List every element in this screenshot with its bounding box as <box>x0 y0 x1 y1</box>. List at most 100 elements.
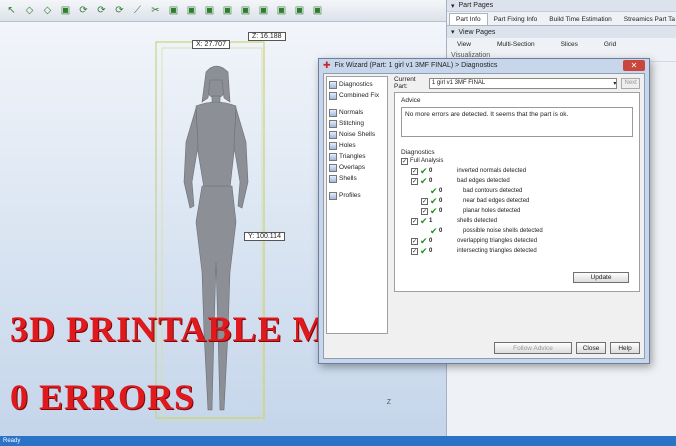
nav-item-label: Overlaps <box>339 164 366 171</box>
cube-icon[interactable]: ▣ <box>166 3 181 18</box>
diagnostic-checkbox[interactable]: ✓ <box>421 197 428 205</box>
diagnostic-text: bad edges detected <box>457 178 510 184</box>
nav-item-stitching[interactable]: Stitching <box>329 118 385 129</box>
triangles-icon <box>329 152 337 161</box>
cube-icon[interactable]: ▣ <box>310 3 325 18</box>
measure-icon[interactable]: ⟋ <box>130 3 145 18</box>
diagnostic-row: ✔ 0 bad contours detected <box>401 186 633 196</box>
cube-icon[interactable]: ▣ <box>58 3 73 18</box>
diagnostic-checkbox[interactable]: ✓ <box>411 237 418 245</box>
check-icon: ✔ <box>430 205 438 216</box>
full-analysis-row[interactable]: ✓ Full Analysis <box>401 156 633 166</box>
combined-fix-icon <box>329 91 337 100</box>
full-analysis-label: Full Analysis <box>410 158 444 164</box>
diagnostic-checkbox[interactable]: ✓ <box>411 217 418 225</box>
cube-icon[interactable]: ▣ <box>274 3 289 18</box>
diagnostic-checkbox[interactable]: ✓ <box>421 207 428 215</box>
nav-item-label: Profiles <box>339 192 361 199</box>
stitching-icon <box>329 119 337 128</box>
follow-advice-button[interactable]: Follow Advice <box>494 342 572 354</box>
nav-item-label: Normals <box>339 109 364 116</box>
current-part-select[interactable]: 1 girl v1 3MF FINAL ▾ <box>428 77 618 89</box>
diagnostic-row: ✓ ✔ 1 shells detected <box>401 216 633 226</box>
full-analysis-checkbox[interactable]: ✓ <box>401 157 408 165</box>
view-pages-title: View Pages <box>458 28 496 36</box>
normals-icon <box>329 108 337 117</box>
cube-icon[interactable]: ▣ <box>256 3 271 18</box>
cube-icon[interactable]: ▣ <box>202 3 217 18</box>
diagnostic-text: near bad edges detected <box>463 198 530 204</box>
nav-item-label: Combined Fix <box>339 92 380 99</box>
diagnostic-row: ✓ ✔ 0 intersecting triangles detected <box>401 246 633 256</box>
cube-icon[interactable]: ▣ <box>292 3 307 18</box>
tab-part-fixing-info[interactable]: Part Fixing Info <box>488 14 544 25</box>
nav-item-label: Shells <box>339 175 357 182</box>
part-tabs: Part Info Part Fixing Info Build Time Es… <box>447 12 676 26</box>
diagnostic-checkbox[interactable]: ✓ <box>411 177 418 185</box>
diagnostic-checkbox[interactable]: ✓ <box>411 167 418 175</box>
nav-item-overlaps[interactable]: Overlaps <box>329 162 385 173</box>
select-icon[interactable]: ◇ <box>22 3 37 18</box>
nav-item-noise-shells[interactable]: Noise Shells <box>329 129 385 140</box>
tab-view[interactable]: View <box>457 41 471 48</box>
diagnostic-text: shells detected <box>457 218 498 224</box>
diagnostic-count: 0 <box>439 228 443 234</box>
cube-icon[interactable]: ▣ <box>238 3 253 18</box>
tab-multi-section[interactable]: Multi-Section <box>497 41 535 48</box>
diagnostic-checkbox[interactable]: ✓ <box>411 247 418 255</box>
shells-icon <box>329 174 337 183</box>
next-button[interactable]: Next <box>621 77 640 89</box>
select-icon[interactable]: ◇ <box>40 3 55 18</box>
overlaps-icon <box>329 163 337 172</box>
cube-icon[interactable]: ▣ <box>220 3 235 18</box>
part-pages-header[interactable]: ▾ Part Pages <box>447 0 676 12</box>
nav-item-diagnostics[interactable]: Diagnostics <box>329 79 385 90</box>
cut-icon[interactable]: ✂ <box>148 3 163 18</box>
chevron-down-icon: ▾ <box>613 80 617 87</box>
tab-build-time[interactable]: Build Time Estimation <box>543 14 618 25</box>
rotate-icon[interactable]: ⟳ <box>112 3 127 18</box>
nav-item-normals[interactable]: Normals <box>329 107 385 118</box>
diagnostic-row: ✓ ✔ 0 near bad edges detected <box>401 196 633 206</box>
diagnostic-row: ✔ 0 possible noise shells detected <box>401 226 633 236</box>
current-part-row: Current Part: 1 girl v1 3MF FINAL ▾ Next <box>394 76 640 90</box>
nav-item-label: Stitching <box>339 120 364 127</box>
noise-shells-icon <box>329 130 337 139</box>
diagnostic-row: ✓ ✔ 0 bad edges detected <box>401 176 633 186</box>
holes-icon <box>329 141 337 150</box>
nav-item-triangles[interactable]: Triangles <box>329 151 385 162</box>
advice-text: No more errors are detected. It seems th… <box>405 111 569 118</box>
close-button[interactable]: Close <box>576 342 606 354</box>
update-button[interactable]: Update <box>573 272 629 283</box>
collapse-icon[interactable]: ▾ <box>451 2 455 10</box>
part-pages-title: Part Pages <box>458 2 494 9</box>
diagnostic-row: ✓ ✔ 0 planar holes detected <box>401 206 633 216</box>
check-icon: ✔ <box>430 225 438 236</box>
rotate-icon[interactable]: ⟳ <box>76 3 91 18</box>
close-icon[interactable]: ✕ <box>623 60 645 71</box>
arrow-icon[interactable]: ↖ <box>4 3 19 18</box>
tab-streamics[interactable]: Streamics Part Ta <box>618 14 676 25</box>
help-button[interactable]: Help <box>610 342 640 354</box>
dialog-titlebar[interactable]: ✚ Fix Wizard (Part: 1 girl v1 3MF FINAL)… <box>319 59 649 72</box>
collapse-icon[interactable]: ▾ <box>451 28 455 36</box>
cube-icon[interactable]: ▣ <box>184 3 199 18</box>
tab-part-info[interactable]: Part Info <box>449 13 488 25</box>
diagnostic-count: 0 <box>439 198 443 204</box>
nav-item-label: Holes <box>339 142 356 149</box>
nav-item-combined-fix[interactable]: Combined Fix <box>329 90 385 101</box>
rotate-icon[interactable]: ⟳ <box>94 3 109 18</box>
current-part-value: 1 girl v1 3MF FINAL <box>431 80 486 86</box>
diagnostic-count: 0 <box>429 178 433 184</box>
nav-item-shells[interactable]: Shells <box>329 173 385 184</box>
diagnostic-text: possible noise shells detected <box>463 228 543 234</box>
nav-item-holes[interactable]: Holes <box>329 140 385 151</box>
tab-slices[interactable]: Slices <box>561 41 578 48</box>
check-icon: ✔ <box>420 175 428 186</box>
current-part-label: Current Part: <box>394 76 416 90</box>
view-pages-header[interactable]: ▾ View Pages <box>447 26 676 38</box>
tab-grid[interactable]: Grid <box>604 41 616 48</box>
diagnostic-text: intersecting triangles detected <box>457 248 537 254</box>
nav-item-profiles[interactable]: Profiles <box>329 190 385 201</box>
fix-wizard-icon: ✚ <box>323 60 331 70</box>
